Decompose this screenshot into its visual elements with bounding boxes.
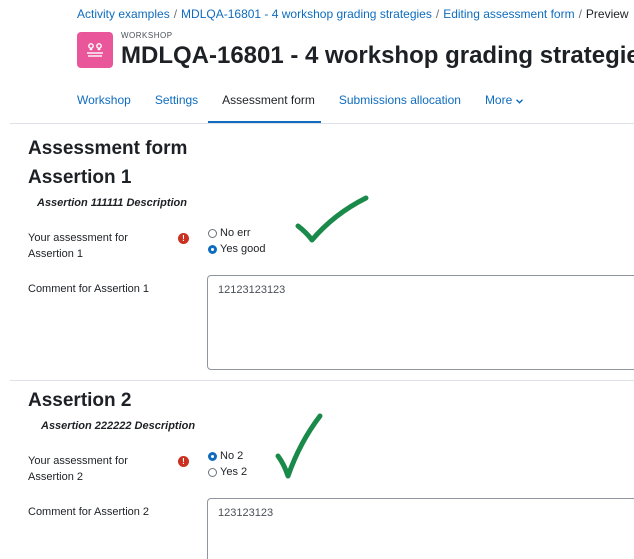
radio-label: Yes 2 (220, 466, 248, 478)
breadcrumb-link-course[interactable]: Activity examples (77, 7, 170, 21)
comment-textarea[interactable]: 123123123 (207, 498, 634, 559)
tab-submissions-allocation[interactable]: Submissions allocation (339, 93, 461, 123)
page-title: MDLQA-16801 - 4 workshop grading strateg… (121, 42, 634, 69)
radio-button-selected[interactable] (208, 451, 217, 461)
required-icon: ! (178, 456, 189, 467)
tab-workshop[interactable]: Workshop (77, 93, 131, 123)
radio-option[interactable]: Yes good (208, 241, 265, 257)
tab-settings[interactable]: Settings (155, 93, 198, 123)
checkmark-annotation-icon (275, 413, 323, 479)
radio-label: No err (220, 227, 251, 239)
tab-assessment-form[interactable]: Assessment form (222, 93, 315, 123)
breadcrumb-current: Preview (585, 7, 629, 21)
radio-label: Yes good (220, 243, 266, 255)
secondary-navigation: Workshop Settings Assessment form Submis… (77, 93, 547, 123)
assessment-radio-group: No 2 Yes 2 (208, 448, 247, 480)
section-divider (10, 380, 634, 381)
comment-textarea[interactable]: 12123123123 (207, 275, 634, 370)
assessment-label: Your assessment for Assertion 2 (28, 455, 128, 483)
breadcrumb: Activity examples / MDLQA-16801 - 4 worksh… (77, 7, 629, 21)
assertion-description: Assertion 222222 Description (41, 420, 196, 432)
form-title: Assessment form (28, 138, 188, 159)
tab-more-label: More (484, 93, 513, 107)
assertion-heading: Assertion 1 (28, 167, 132, 188)
breadcrumb-separator: / (435, 7, 440, 21)
radio-option[interactable]: No err (208, 225, 265, 241)
module-type-label: WORKSHOP (121, 31, 173, 40)
workshop-icon (77, 32, 113, 68)
nav-divider (10, 123, 634, 124)
radio-button[interactable] (208, 228, 217, 238)
checkmark-annotation-icon (295, 195, 369, 243)
comment-label: Comment for Assertion 1 (28, 283, 150, 295)
assertion-heading: Assertion 2 (28, 390, 132, 411)
assessment-label: Your assessment for Assertion 1 (28, 232, 128, 260)
radio-label: No 2 (220, 450, 244, 462)
breadcrumb-separator: / (578, 7, 582, 21)
breadcrumb-link-workshop[interactable]: MDLQA-16801 - 4 workshop grading strateg… (181, 7, 432, 21)
radio-option[interactable]: No 2 (208, 448, 247, 464)
radio-button-selected[interactable] (208, 244, 217, 254)
radio-button[interactable] (208, 467, 217, 477)
required-icon: ! (178, 233, 189, 244)
comment-label: Comment for Assertion 2 (28, 506, 150, 518)
radio-option[interactable]: Yes 2 (208, 464, 247, 480)
breadcrumb-link-editing[interactable]: Editing assessment form (443, 7, 574, 21)
breadcrumb-separator: / (173, 7, 178, 21)
chevron-down-icon (515, 99, 523, 104)
assessment-radio-group: No err Yes good (208, 225, 265, 257)
assertion-description: Assertion 111111 Description (37, 197, 187, 209)
tab-more[interactable]: More (485, 93, 523, 123)
